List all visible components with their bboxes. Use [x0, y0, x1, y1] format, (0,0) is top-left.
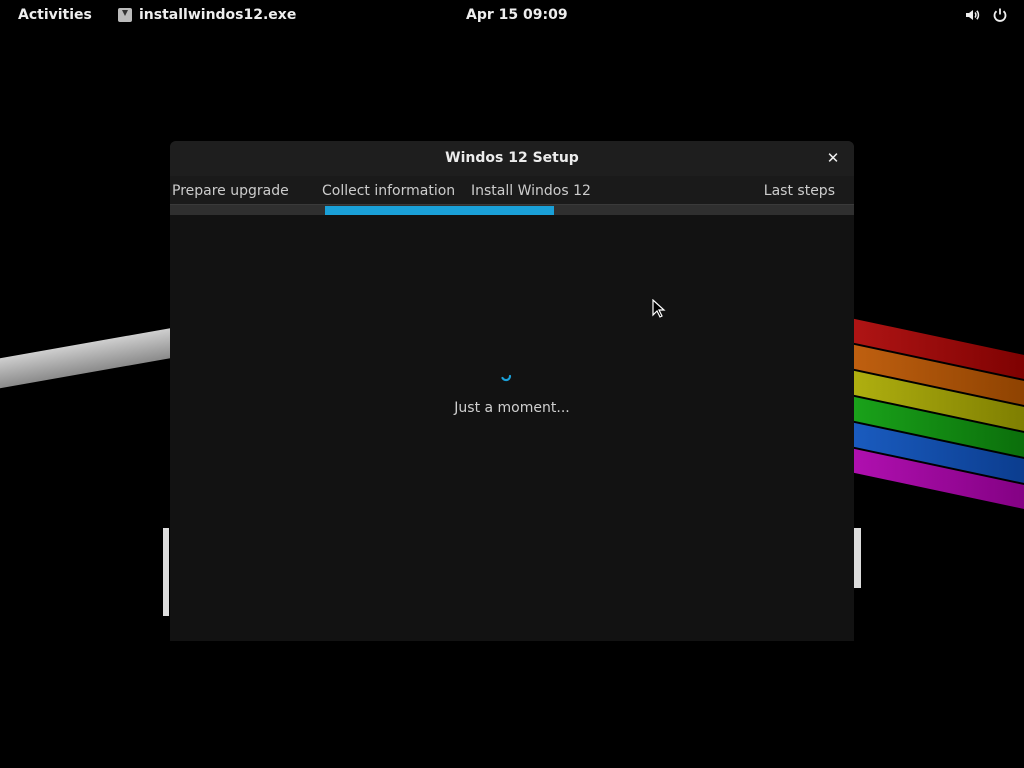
background-rainbow: [850, 318, 1024, 514]
dialog-title: Windos 12 Setup: [445, 150, 579, 166]
step-collect-information: Collect information: [322, 183, 456, 199]
clock[interactable]: Apr 15 09:09: [466, 7, 568, 23]
activities-button[interactable]: Activities: [18, 7, 92, 23]
step-last-steps: Last steps: [763, 183, 835, 199]
progress-fill: [325, 206, 554, 215]
app-menu[interactable]: installwindos12.exe: [118, 7, 296, 23]
step-prepare-upgrade: Prepare upgrade: [172, 183, 289, 199]
system-tray[interactable]: [964, 7, 1008, 23]
mouse-cursor-icon: [652, 299, 666, 318]
background-light-beam: [0, 326, 180, 390]
volume-icon[interactable]: [964, 7, 980, 23]
close-icon[interactable]: ✕: [824, 149, 842, 167]
loading-spinner-icon: [501, 374, 512, 382]
setup-dialog: Windos 12 Setup ✕ Prepare upgrade Collec…: [170, 141, 854, 641]
progress-bar: [170, 204, 854, 215]
background-prism-edge-left: [163, 528, 169, 616]
app-name-label: installwindos12.exe: [139, 7, 297, 23]
dialog-titlebar[interactable]: Windos 12 Setup ✕: [170, 141, 854, 176]
status-message: Just a moment...: [454, 400, 570, 416]
setup-steps: Prepare upgrade Collect information Inst…: [170, 176, 854, 204]
power-icon[interactable]: [992, 7, 1008, 23]
background-prism-edge-right: [854, 528, 861, 588]
top-bar: Activities installwindos12.exe Apr 15 09…: [0, 0, 1024, 32]
download-icon: [118, 8, 132, 22]
step-install-windos: Install Windos 12: [471, 183, 591, 199]
